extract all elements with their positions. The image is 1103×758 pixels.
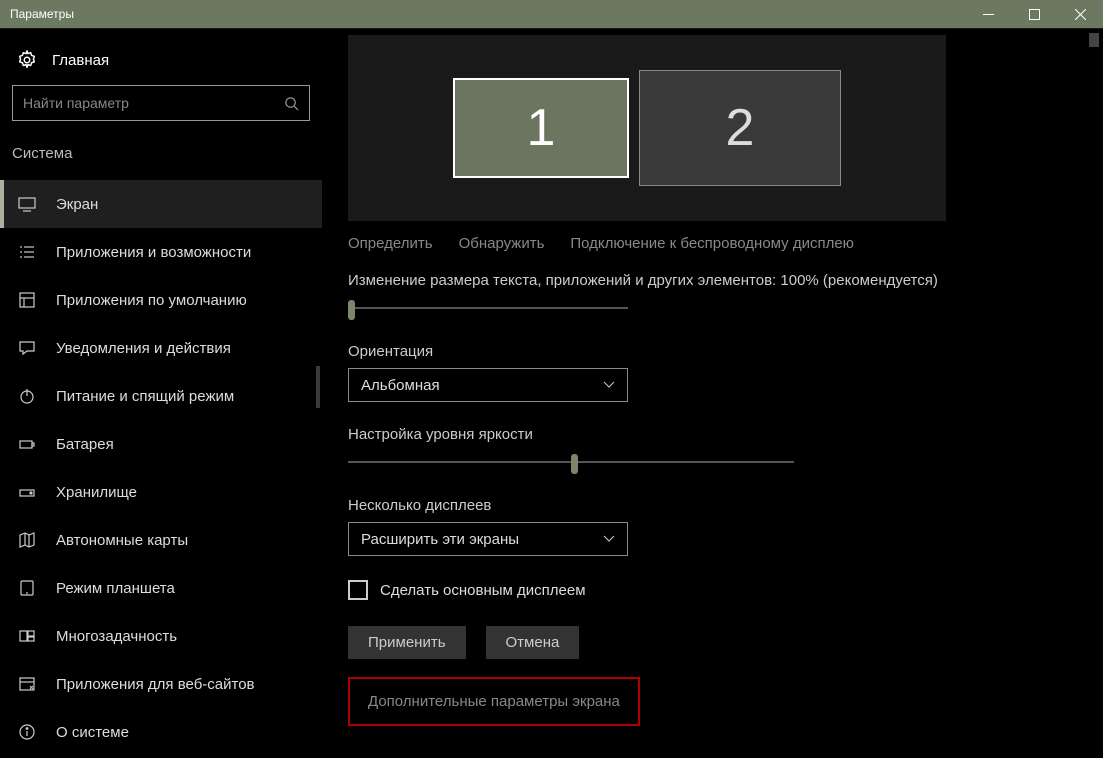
nav-item-maps[interactable]: Автономные карты [0,516,322,564]
multitask-icon [18,627,36,645]
orientation-dropdown[interactable]: Альбомная [348,368,628,402]
content-scrollbar[interactable] [1089,33,1099,47]
search-input[interactable] [23,95,284,111]
monitor-preview: 1 2 [348,35,946,221]
list-icon [18,243,36,261]
tablet-icon [18,579,36,597]
identify-link[interactable]: Определить [348,235,433,252]
checkbox[interactable] [348,580,368,600]
storage-icon [18,483,36,501]
search-input-container[interactable] [12,85,310,121]
webapps-icon [18,675,36,693]
sidebar: Главная Система Экран Приложения и возмо… [0,29,322,758]
nav-item-battery[interactable]: Батарея [0,420,322,468]
titlebar: Параметры [0,0,1103,28]
nav-item-webapps[interactable]: Приложения для веб-сайтов [0,660,322,708]
nav-item-storage[interactable]: Хранилище [0,468,322,516]
scale-label: Изменение размера текста, приложений и д… [348,272,1085,289]
nav-list: Экран Приложения и возможности Приложени… [0,180,322,742]
nav-item-multitask[interactable]: Многозадачность [0,612,322,660]
brightness-slider[interactable] [348,451,794,475]
multi-label: Несколько дисплеев [348,497,1085,514]
content-pane: 1 2 Определить Обнаружить Подключение к … [322,29,1103,758]
scale-slider[interactable] [348,297,628,321]
minimize-button[interactable] [965,0,1011,28]
nav-item-label: Автономные карты [56,532,188,549]
nav-item-label: Питание и спящий режим [56,388,234,405]
nav-item-notifications[interactable]: Уведомления и действия [0,324,322,372]
search-icon [284,96,299,111]
nav-item-power[interactable]: Питание и спящий режим [0,372,322,420]
multi-dropdown[interactable]: Расширить эти экраны [348,522,628,556]
nav-item-apps[interactable]: Приложения и возможности [0,228,322,276]
nav-item-label: Приложения для веб-сайтов [56,676,255,693]
slider-thumb[interactable] [348,300,355,320]
monitor-2[interactable]: 2 [639,70,841,186]
home-label: Главная [52,52,109,69]
nav-item-display[interactable]: Экран [0,180,322,228]
wireless-link[interactable]: Подключение к беспроводному дисплею [570,235,854,252]
slider-thumb[interactable] [571,454,578,474]
orientation-value: Альбомная [361,377,440,394]
detect-link[interactable]: Обнаружить [459,235,545,252]
map-icon [18,531,36,549]
close-button[interactable] [1057,0,1103,28]
chat-icon [18,339,36,357]
nav-item-default-apps[interactable]: Приложения по умолчанию [0,276,322,324]
cancel-button[interactable]: Отмена [486,626,580,659]
power-icon [18,387,36,405]
nav-item-label: Приложения по умолчанию [56,292,247,309]
display-icon [18,195,36,213]
sidebar-scrollbar[interactable] [316,366,320,408]
battery-icon [18,435,36,453]
defaults-icon [18,291,36,309]
nav-item-label: О системе [56,724,129,741]
multi-value: Расширить эти экраны [361,531,519,548]
button-row: Применить Отмена [348,626,1085,659]
category-label: Система [0,141,322,174]
nav-item-label: Режим планшета [56,580,175,597]
nav-item-tablet[interactable]: Режим планшета [0,564,322,612]
monitor-1[interactable]: 1 [453,78,629,178]
home-link[interactable]: Главная [0,41,322,85]
primary-display-checkbox-row[interactable]: Сделать основным дисплеем [348,580,1085,600]
nav-item-about[interactable]: О системе [0,708,322,742]
window-title: Параметры [10,7,74,21]
apply-button[interactable]: Применить [348,626,466,659]
nav-item-label: Многозадачность [56,628,177,645]
nav-item-label: Уведомления и действия [56,340,231,357]
orientation-label: Ориентация [348,343,1085,360]
gear-icon [16,49,38,71]
advanced-display-link[interactable]: Дополнительные параметры экрана [348,677,640,726]
nav-item-label: Приложения и возможности [56,244,251,261]
maximize-button[interactable] [1011,0,1057,28]
monitor-actions: Определить Обнаружить Подключение к бесп… [348,235,1085,252]
nav-item-label: Хранилище [56,484,137,501]
nav-item-label: Батарея [56,436,114,453]
chevron-down-icon [603,535,615,543]
checkbox-label: Сделать основным дисплеем [380,582,586,599]
info-icon [18,723,36,741]
nav-item-label: Экран [56,196,98,213]
chevron-down-icon [603,381,615,389]
brightness-label: Настройка уровня яркости [348,426,1085,443]
